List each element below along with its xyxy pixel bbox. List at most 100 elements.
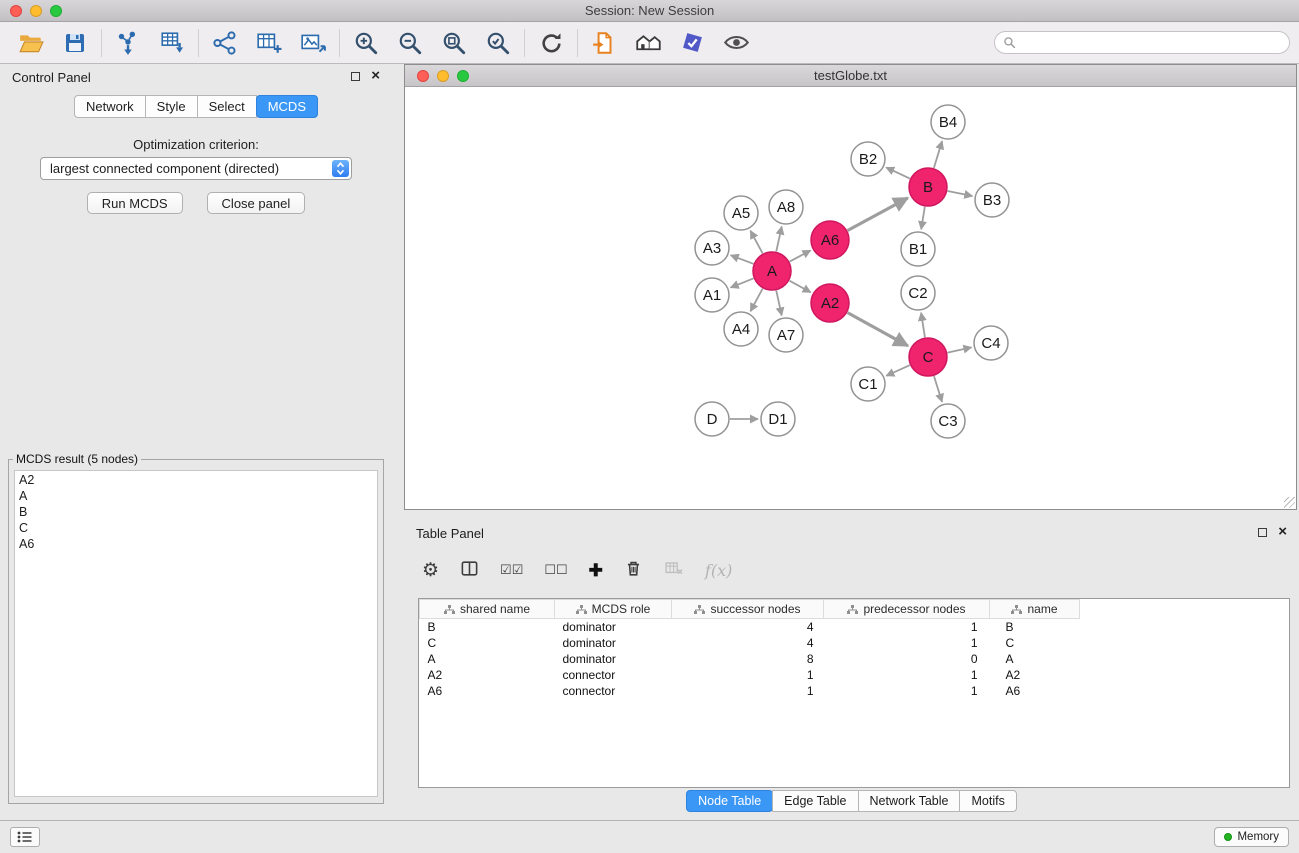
network-window-titlebar[interactable]: testGlobe.txt <box>405 65 1296 87</box>
cell[interactable]: 1 <box>672 667 824 683</box>
import-network-file-button[interactable] <box>111 26 145 60</box>
unchecked-boxes-icon[interactable]: ☐☐ <box>544 562 567 578</box>
zoom-out-button[interactable] <box>393 26 427 60</box>
graph-node-D1[interactable]: D1 <box>761 402 795 436</box>
style-check-button[interactable] <box>675 26 709 60</box>
cell[interactable]: 1 <box>672 683 824 699</box>
close-panel-icon[interactable]: × <box>371 71 380 81</box>
graph-node-B2[interactable]: B2 <box>851 142 885 176</box>
tab-network[interactable]: Network <box>74 95 146 118</box>
graph-node-A[interactable]: A <box>753 252 791 290</box>
cell[interactable]: 8 <box>672 651 824 667</box>
mcds-result-item[interactable]: B <box>19 504 373 520</box>
cell[interactable]: 1 <box>824 619 990 635</box>
cell[interactable]: A <box>420 651 555 667</box>
table-row[interactable]: A2connector11A2 <box>420 667 1290 683</box>
graph-edge-B-B1[interactable] <box>921 207 925 230</box>
float-panel-icon[interactable] <box>1258 528 1267 537</box>
column-header-shared-name[interactable]: shared name <box>420 600 555 619</box>
cell[interactable]: A6 <box>990 683 1080 699</box>
cell[interactable]: C <box>990 635 1080 651</box>
close-panel-button[interactable]: Close panel <box>207 192 306 214</box>
cell[interactable]: 1 <box>824 683 990 699</box>
graph-node-A3[interactable]: A3 <box>695 231 729 265</box>
cell[interactable]: A2 <box>990 667 1080 683</box>
graph-edge-A-A7[interactable] <box>776 291 781 316</box>
save-session-button[interactable] <box>58 26 92 60</box>
task-history-button[interactable] <box>10 827 40 847</box>
table-row[interactable]: Bdominator41B <box>420 619 1290 635</box>
graph-edge-A6-B[interactable] <box>848 198 908 231</box>
mcds-result-item[interactable]: A <box>19 488 373 504</box>
graph-edge-A-A2[interactable] <box>790 281 811 293</box>
mcds-result-item[interactable]: A6 <box>19 536 373 552</box>
maximize-window-icon[interactable] <box>457 70 469 82</box>
graph-edge-A-A1[interactable] <box>731 278 754 287</box>
criterion-dropdown[interactable]: largest connected component (directed) <box>40 157 352 180</box>
cell[interactable]: A <box>990 651 1080 667</box>
table-row[interactable]: Adominator80A <box>420 651 1290 667</box>
gear-icon[interactable]: ⚙ <box>422 561 439 580</box>
tab-network-table[interactable]: Network Table <box>858 790 961 812</box>
graph-node-C[interactable]: C <box>909 338 947 376</box>
graph-edge-A-A6[interactable] <box>790 250 811 261</box>
column-header-MCDS-role[interactable]: MCDS role <box>555 600 672 619</box>
home-button[interactable] <box>631 26 665 60</box>
graph-node-B3[interactable]: B3 <box>975 183 1009 217</box>
graphics-details-button[interactable] <box>587 26 621 60</box>
cell[interactable]: A2 <box>420 667 555 683</box>
graph-node-A4[interactable]: A4 <box>724 312 758 346</box>
mcds-result-item[interactable]: A2 <box>19 472 373 488</box>
graph-edge-C-C2[interactable] <box>921 313 925 337</box>
graph-edge-A-A3[interactable] <box>731 255 754 264</box>
graph-edge-A-A8[interactable] <box>776 227 781 252</box>
cell[interactable]: 0 <box>824 651 990 667</box>
zoom-selected-button[interactable] <box>481 26 515 60</box>
run-mcds-button[interactable]: Run MCDS <box>87 192 183 214</box>
network-canvas[interactable]: AA1A2A3A4A5A6A7A8BB1B2B3B4CC1C2C3C4DD1 <box>405 88 1296 509</box>
graph-edge-C-C1[interactable] <box>886 365 910 376</box>
cell[interactable]: C <box>420 635 555 651</box>
table-row[interactable]: A6connector11A6 <box>420 683 1290 699</box>
float-panel-icon[interactable] <box>351 72 360 81</box>
zoom-fit-button[interactable] <box>437 26 471 60</box>
close-panel-icon[interactable]: × <box>1278 527 1287 537</box>
close-window-icon[interactable] <box>417 70 429 82</box>
graph-node-A1[interactable]: A1 <box>695 278 729 312</box>
columns-icon[interactable] <box>460 559 479 581</box>
graph-edge-C-C4[interactable] <box>948 347 972 352</box>
refresh-button[interactable] <box>534 26 568 60</box>
graph-node-C4[interactable]: C4 <box>974 326 1008 360</box>
checked-boxes-icon[interactable]: ☑☑ <box>500 562 523 578</box>
cell[interactable]: 4 <box>672 635 824 651</box>
search-box[interactable] <box>994 31 1290 54</box>
graph-node-D[interactable]: D <box>695 402 729 436</box>
plus-icon[interactable]: ✚ <box>589 562 603 579</box>
import-table-file-button[interactable] <box>155 26 189 60</box>
cell[interactable]: dominator <box>555 619 672 635</box>
graph-node-A7[interactable]: A7 <box>769 318 803 352</box>
graph-edge-A2-C[interactable] <box>848 313 908 346</box>
column-header-name[interactable]: name <box>990 600 1080 619</box>
tab-node-table[interactable]: Node Table <box>686 790 773 812</box>
cell[interactable]: B <box>990 619 1080 635</box>
graph-node-A8[interactable]: A8 <box>769 190 803 224</box>
tab-select[interactable]: Select <box>197 95 257 118</box>
export-image-button[interactable] <box>296 26 330 60</box>
toggle-view-button[interactable] <box>719 26 753 60</box>
minimize-window-icon[interactable] <box>30 5 42 17</box>
tab-mcds[interactable]: MCDS <box>256 95 318 118</box>
table-row[interactable]: Cdominator41C <box>420 635 1290 651</box>
network-button[interactable] <box>208 26 242 60</box>
tab-style[interactable]: Style <box>145 95 198 118</box>
cell[interactable]: 1 <box>824 667 990 683</box>
search-input[interactable] <box>1021 34 1289 52</box>
cell[interactable]: 4 <box>672 619 824 635</box>
close-window-icon[interactable] <box>10 5 22 17</box>
column-header-predecessor-nodes[interactable]: predecessor nodes <box>824 600 990 619</box>
graph-node-A5[interactable]: A5 <box>724 196 758 230</box>
cell[interactable]: dominator <box>555 635 672 651</box>
cell[interactable]: A6 <box>420 683 555 699</box>
graph-node-C3[interactable]: C3 <box>931 404 965 438</box>
graph-edge-A-A5[interactable] <box>750 231 762 254</box>
